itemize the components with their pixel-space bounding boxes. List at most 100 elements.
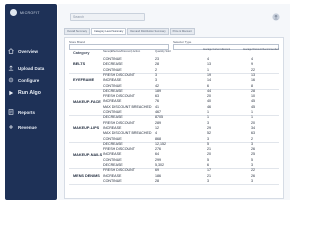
avg-current-discount-cell: 6: [207, 83, 209, 88]
sidebar-item-reports[interactable]: Reports: [8, 109, 56, 115]
action-cell: FRESH DISCOUNT: [103, 147, 135, 152]
quantity-cell: 28: [155, 62, 159, 67]
tab-category-level-summary[interactable]: Category Level Summary: [91, 28, 127, 35]
avg-recommended-discount-cell: 22: [251, 168, 255, 173]
top-bar: Search: [64, 10, 284, 24]
search-input[interactable]: Search: [70, 13, 145, 21]
category-label: MAKEUP-LIPS: [73, 126, 100, 131]
avg-recommended-discount-cell: 4: [251, 57, 253, 61]
avg-recommended-discount-cell: 25: [251, 152, 255, 157]
avg-current-discount-cell: 20: [207, 152, 211, 157]
upload-icon: [8, 65, 14, 71]
quantity-cell: 4: [155, 131, 157, 136]
sidebar-item-label: Upload Data: [18, 65, 45, 71]
action-cell: FRESH DISCOUNT: [103, 72, 135, 77]
avg-recommended-discount-cell: 3: [251, 141, 253, 146]
action-cell: CONTINUE: [103, 157, 122, 162]
avg-current-discount-cell: 3: [207, 178, 209, 183]
header-qty: Quantity Sold: [155, 50, 171, 53]
avg-recommended-discount-cell: 45: [251, 99, 255, 104]
avg-recommended-discount-cell: 3: [251, 178, 253, 183]
action-cell: DECREASE: [103, 115, 123, 120]
avg-recommended-discount-cell: 26: [251, 147, 255, 152]
category-label: MENS DENIMS: [73, 173, 100, 178]
action-cell: CONTINUE: [103, 57, 122, 61]
avg-current-discount-cell: 5: [207, 141, 209, 146]
main-panel: Search Overall Summary Category Level Sum…: [58, 4, 290, 200]
avg-current-discount-cell: 29: [207, 125, 211, 130]
avg-current-discount-cell: 1: [207, 115, 209, 120]
avg-recommended-discount-cell: 10: [251, 94, 255, 99]
plus-icon: [8, 124, 14, 130]
avg-recommended-discount-cell: 20: [251, 120, 255, 125]
avg-recommended-discount-cell: 45: [251, 104, 255, 109]
avg-recommended-discount-cell: 22: [251, 67, 255, 72]
avg-current-discount-cell: 14: [207, 78, 211, 83]
action-cell: DECREASE: [103, 163, 123, 167]
avg-current-discount-cell: 40: [207, 99, 211, 104]
quantity-cell: 299: [155, 157, 161, 162]
summary-table-panel: Store Brand Selector Type Category Name(…: [64, 37, 284, 199]
action-cell: CONTINUE: [103, 110, 122, 114]
avg-current-discount-cell: 19: [207, 72, 211, 77]
brand-logo-icon: [10, 9, 17, 16]
sidebar-item-label: Reports: [18, 109, 36, 115]
brand: MICROFIT: [10, 9, 40, 16]
header-category: Category: [73, 50, 90, 55]
avg-current-discount-cell: 4: [207, 57, 209, 61]
search-placeholder: Search: [73, 15, 85, 19]
sidebar-item-label: Revenue: [18, 124, 37, 130]
tab-price-discount[interactable]: Price & Discount: [169, 28, 195, 35]
quantity-cell: 64: [155, 152, 159, 157]
action-cell: INCREASE: [103, 78, 122, 83]
category-label: MAKEUP-NAILS: [73, 152, 103, 157]
action-cell: DECREASE: [103, 141, 123, 146]
quantity-cell: 3: [155, 72, 157, 77]
sidebar-item-label: Configure: [18, 77, 40, 83]
avg-recommended-discount-cell: 3: [251, 163, 253, 167]
tab-demand-distribution-summary[interactable]: Demand Distribution Summary: [127, 28, 169, 35]
action-cell: FRESH DISCOUNT: [103, 120, 135, 125]
sidebar-item-label: Run Algo: [18, 90, 41, 96]
action-cell: MAX DISCOUNT BREACHED: [103, 104, 152, 109]
avg-current-discount-cell: 3: [207, 120, 209, 125]
avg-recommended-discount-cell: 26: [251, 173, 255, 178]
sidebar-item-configure[interactable]: Configure: [8, 77, 56, 83]
type-filter-label: Selector Type: [173, 39, 192, 44]
sidebar-item-run-algo[interactable]: Run Algo: [8, 90, 56, 96]
quantity-cell: 289: [155, 120, 161, 125]
sidebar-item-label: Overview: [18, 48, 39, 54]
quantity-cell: 868: [155, 136, 161, 141]
quantity-cell: 276: [155, 147, 161, 152]
quantity-cell: 63: [155, 94, 159, 99]
avg-recommended-discount-cell: 2: [251, 136, 253, 141]
action-cell: CONTINUE: [103, 67, 122, 72]
avg-current-discount-cell: 1: [207, 67, 209, 72]
action-cell: INCREASE: [103, 125, 122, 130]
action-cell: FRESH DISCOUNT: [103, 168, 135, 173]
avg-current-discount-cell: 3: [207, 136, 209, 141]
sidebar-item-upload-data[interactable]: Upload Data: [8, 65, 56, 71]
tab-overall-summary[interactable]: Overall Summary: [64, 28, 91, 35]
avg-recommended-discount-cell: 8: [251, 83, 253, 88]
action-cell: DECREASE: [103, 62, 123, 67]
action-cell: CONTINUE: [103, 178, 122, 183]
quantity-cell: 12,152: [155, 141, 166, 146]
quantity-cell: 189: [155, 88, 161, 93]
avg-recommended-discount-cell: 16: [251, 78, 255, 83]
sidebar-item-revenue[interactable]: Revenue: [8, 124, 56, 130]
avg-recommended-discount-cell: 28: [251, 88, 255, 93]
avg-recommended-discount-cell: 9: [251, 62, 253, 67]
avg-current-discount-cell: 52: [207, 131, 211, 136]
avg-recommended-discount-cell: 1: [251, 115, 253, 120]
avg-current-discount-cell: 13: [207, 62, 211, 67]
action-cell: INCREASE: [103, 173, 122, 178]
quantity-cell: 186: [155, 173, 161, 178]
user-icon[interactable]: [272, 13, 280, 21]
action-cell: DECREASE: [103, 88, 123, 93]
quantity-cell: 12: [155, 125, 159, 130]
sidebar-item-overview[interactable]: Overview: [8, 48, 56, 54]
avg-current-discount-cell: 1: [207, 110, 209, 114]
action-cell: CONTINUE: [103, 83, 122, 88]
category-label: EYEFRAME: [73, 78, 95, 83]
